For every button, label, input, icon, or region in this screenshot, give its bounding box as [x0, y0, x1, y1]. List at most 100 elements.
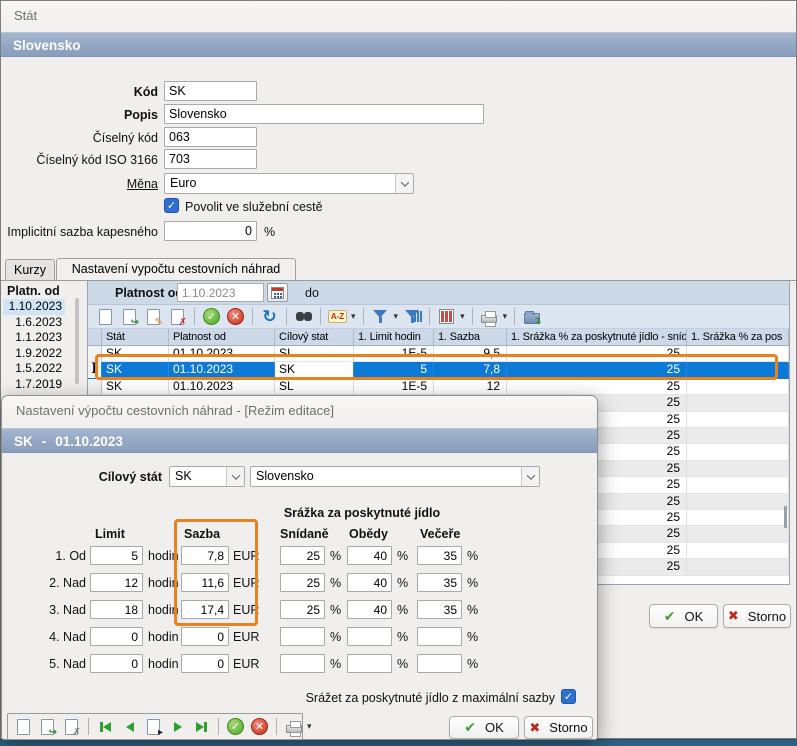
cell-stat[interactable]: SK [102, 379, 169, 394]
cell-stat[interactable]: SK [102, 346, 169, 361]
vecere-input-1[interactable] [417, 546, 462, 565]
cell-pos[interactable] [687, 412, 789, 427]
cell-snidane[interactable]: 25 [507, 379, 687, 394]
cell-pos[interactable] [687, 494, 789, 509]
vecere-input-2[interactable] [417, 573, 462, 592]
platnost-list-item[interactable]: 1.7.2019 [3, 377, 65, 393]
stat-window-titlebar[interactable]: Stát [1, 1, 796, 30]
iso-kod-input[interactable] [164, 149, 257, 169]
snidane-input-5[interactable] [280, 654, 325, 673]
srazet-checkbox[interactable]: ✓ [561, 689, 576, 704]
limit-input-4[interactable] [90, 627, 143, 646]
limit-input-2[interactable] [90, 573, 143, 592]
cell-marker[interactable] [88, 346, 102, 361]
dialog-storno-button[interactable]: ✖ Storno [524, 716, 593, 739]
vecere-input-4[interactable] [417, 627, 462, 646]
limit-input-1[interactable] [90, 546, 143, 565]
cell-pos[interactable] [687, 379, 789, 394]
cell-platnost[interactable]: 01.10.2023 [169, 362, 275, 377]
platnost-list-item[interactable]: 1.10.2023 [3, 299, 65, 315]
chevron-down-icon[interactable] [395, 174, 413, 193]
popis-input[interactable] [164, 104, 484, 124]
chevron-down-icon[interactable] [521, 467, 539, 486]
confirm-icon[interactable]: ✓ [225, 716, 246, 737]
cell-sazba[interactable]: 12 [434, 379, 507, 394]
cell-limit[interactable]: 1E-5 [354, 346, 434, 361]
snidane-input-2[interactable] [280, 573, 325, 592]
cell-pos[interactable] [687, 346, 789, 361]
cell-pos[interactable] [687, 477, 789, 492]
ok-button[interactable]: ✔ OK [649, 604, 718, 628]
cell-stat[interactable]: SK [102, 362, 169, 377]
cell-cilovy[interactable]: SK [275, 362, 354, 377]
table-scrollbar-thumb[interactable] [784, 506, 787, 528]
browse-records-icon[interactable]: ▸ [143, 716, 164, 737]
sazba-input-1[interactable] [181, 546, 229, 565]
list-scrollbar[interactable] [75, 298, 79, 384]
cell-pos[interactable] [687, 395, 789, 410]
obedy-input-1[interactable] [347, 546, 392, 565]
table-row[interactable]: SK01.10.2023SL1E-51225 [88, 379, 789, 395]
cell-pos[interactable] [687, 559, 789, 574]
cell-snidane[interactable]: 25 [507, 362, 687, 377]
cell-pos[interactable] [687, 444, 789, 459]
vecere-input-5[interactable] [417, 654, 462, 673]
limit-input-3[interactable] [90, 600, 143, 619]
obedy-input-3[interactable] [347, 600, 392, 619]
cell-pos[interactable] [687, 362, 789, 377]
table-row[interactable]: ISK01.10.2023SK57,825 [88, 362, 789, 378]
platnost-list-item[interactable]: 1.6.2023 [3, 315, 65, 331]
print-icon[interactable] [283, 716, 304, 737]
povolit-checkbox[interactable]: ✓ [164, 198, 179, 213]
cilovy-stat-name-select[interactable]: Slovensko [250, 466, 540, 487]
obedy-input-5[interactable] [347, 654, 392, 673]
storno-button[interactable]: ✖ Storno [723, 604, 791, 628]
prev-record-icon[interactable] [119, 716, 140, 737]
cell-sazba[interactable]: 7,8 [434, 362, 507, 377]
delete-record-disabled-icon[interactable]: ✗ [61, 716, 82, 737]
cell-limit[interactable]: 1E-5 [354, 379, 434, 394]
dialog-ok-button[interactable]: ✔ OK [449, 716, 519, 739]
cell-platnost[interactable]: 01.10.2023 [169, 379, 275, 394]
sazba-input-2[interactable] [181, 573, 229, 592]
cell-limit[interactable]: 5 [354, 362, 434, 377]
mena-select[interactable]: Euro [164, 173, 414, 194]
cell-cilovy[interactable]: SI [275, 346, 354, 361]
vecere-input-3[interactable] [417, 600, 462, 619]
cell-pos[interactable] [687, 543, 789, 558]
cell-pos[interactable] [687, 461, 789, 476]
cell-marker[interactable]: I [88, 362, 102, 377]
platnost-list-item[interactable]: 1.5.2022 [3, 361, 65, 377]
copy-record-icon[interactable]: ↪ [37, 716, 58, 737]
table-row[interactable]: SK01.10.2023SI1E-59,525 [88, 346, 789, 362]
cell-platnost[interactable]: 01.10.2023 [169, 346, 275, 361]
cell-pos[interactable] [687, 526, 789, 541]
snidane-input-3[interactable] [280, 600, 325, 619]
cell-marker[interactable] [88, 379, 102, 394]
cell-sazba[interactable]: 9,5 [434, 346, 507, 361]
obedy-input-2[interactable] [347, 573, 392, 592]
limit-input-5[interactable] [90, 654, 143, 673]
last-record-icon[interactable] [191, 716, 212, 737]
ciselny-kod-input[interactable] [164, 127, 257, 147]
sazba-input-3[interactable] [181, 600, 229, 619]
cancel-icon[interactable]: ✕ [249, 716, 270, 737]
dropdown-arrow-icon[interactable]: ▾ [307, 721, 312, 732]
mena-label[interactable]: Měna [1, 177, 158, 191]
cell-snidane[interactable]: 25 [507, 346, 687, 361]
chevron-down-icon[interactable] [226, 467, 244, 486]
sazba-input-4[interactable] [181, 627, 229, 646]
new-record-icon[interactable] [13, 716, 34, 737]
cell-pos[interactable] [687, 428, 789, 443]
cell-cilovy[interactable]: SL [275, 379, 354, 394]
next-record-icon[interactable] [167, 716, 188, 737]
obedy-input-4[interactable] [347, 627, 392, 646]
cell-pos[interactable] [687, 510, 789, 525]
sazba-input-5[interactable] [181, 654, 229, 673]
platnost-list-item[interactable]: 1.1.2023 [3, 330, 65, 346]
kod-input[interactable] [164, 81, 257, 101]
cilovy-stat-code-select[interactable]: SK [169, 466, 245, 487]
edit-dialog-titlebar[interactable]: Nastavení výpočtu cestovních náhrad - [R… [2, 396, 597, 426]
platnost-list-item[interactable]: 1.9.2022 [3, 346, 65, 362]
snidane-input-4[interactable] [280, 627, 325, 646]
